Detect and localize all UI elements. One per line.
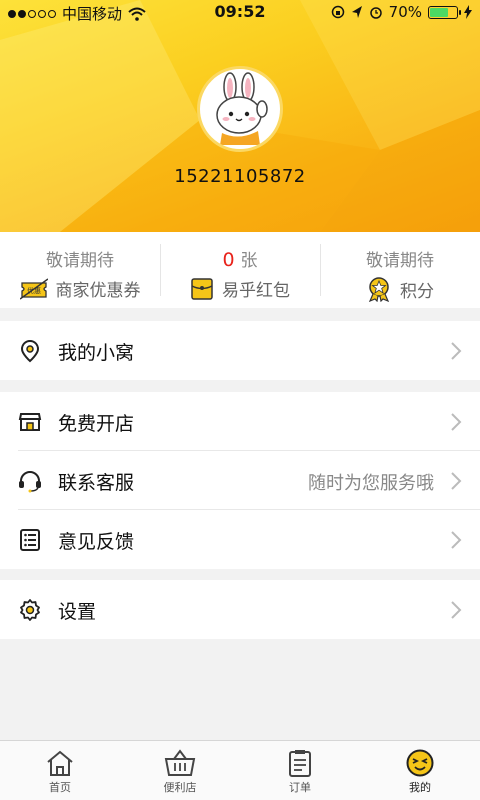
stat-coupon-label: 商家优惠券 [55,281,141,301]
rotation-lock-icon [331,5,344,19]
menu-group-nest: 我的小窝 [0,321,480,380]
list-icon [20,529,40,551]
menu-item-contact-service[interactable]: 联系客服 随时为您服务哦 [0,451,480,510]
menu-group-services: 免费开店 联系客服 随时为您服务哦 意见反馈 [0,392,480,569]
order-icon [289,750,311,777]
stat-coupon-status: 敬请期待 [46,251,114,271]
location-pin-icon [20,339,40,363]
battery-icon [428,5,461,19]
red-packet-unit: 张 [240,251,258,271]
gear-icon [20,599,40,621]
chevron-right-icon [451,472,462,490]
svg-text:优惠: 优惠 [27,286,41,295]
menu-label-settings: 设置 [58,601,97,623]
menu-label-my-nest: 我的小窝 [58,342,135,364]
basket-icon [164,749,196,776]
home-icon [47,750,73,776]
chevron-right-icon [451,413,462,431]
stat-red-packet-label: 易乎红包 [222,281,290,301]
menu-label-feedback: 意见反馈 [58,531,135,553]
shop-icon [18,413,42,431]
alarm-icon [369,7,382,19]
red-packet-count: 0 [222,249,235,271]
chevron-right-icon [451,342,462,360]
stat-points[interactable]: 敬请期待 积分 [320,232,480,308]
tab-mine[interactable]: 我的 [360,741,480,800]
tab-home[interactable]: 首页 [0,741,120,800]
menu-label-contact-service: 联系客服 [58,472,135,494]
rabbit-avatar-icon [216,72,268,145]
profile-header: 中国移动 09:52 70% 15221105872 [0,0,480,232]
battery-percent: 70% [388,3,422,21]
smiley-face-icon [406,749,434,777]
stat-red-packet[interactable]: 0张 易乎红包 [160,232,320,308]
status-bar: 中国移动 09:52 70% [0,0,480,24]
benefits-bar: 敬请期待 优惠 商家优惠券 0张 易乎红包 敬请期待 积分 [0,232,480,308]
red-packet-icon [191,277,213,300]
tab-convenience-store[interactable]: 便利店 [120,741,240,800]
menu-group-settings: 设置 [0,580,480,639]
chevron-right-icon [451,601,462,619]
stat-points-status: 敬请期待 [366,251,434,271]
menu-item-settings[interactable]: 设置 [0,580,480,639]
tab-orders[interactable]: 订单 [240,741,360,800]
tab-label-convenience-store: 便利店 [163,781,197,794]
medal-icon [368,277,390,302]
tab-label-mine: 我的 [409,781,431,794]
contact-service-hint: 随时为您服务哦 [308,473,434,494]
location-arrow-icon [351,6,362,18]
stat-points-label: 积分 [400,281,434,302]
stat-merchant-coupon[interactable]: 敬请期待 优惠 商家优惠券 [0,232,160,308]
bottom-tab-bar: 首页 便利店 订单 我的 [0,740,480,800]
menu-label-free-shop: 免费开店 [58,413,135,435]
charging-bolt-icon [464,5,472,19]
tab-label-orders: 订单 [289,781,311,794]
user-phone-number: 15221105872 [174,166,306,187]
tab-label-home: 首页 [49,781,71,794]
chevron-right-icon [451,531,462,549]
menu-item-free-shop[interactable]: 免费开店 [0,392,480,451]
menu-item-feedback[interactable]: 意见反馈 [0,510,480,569]
headset-icon [19,471,41,493]
avatar[interactable] [197,66,283,152]
menu-item-my-nest[interactable]: 我的小窝 [0,321,480,380]
coupon-icon: 优惠 [19,277,48,300]
